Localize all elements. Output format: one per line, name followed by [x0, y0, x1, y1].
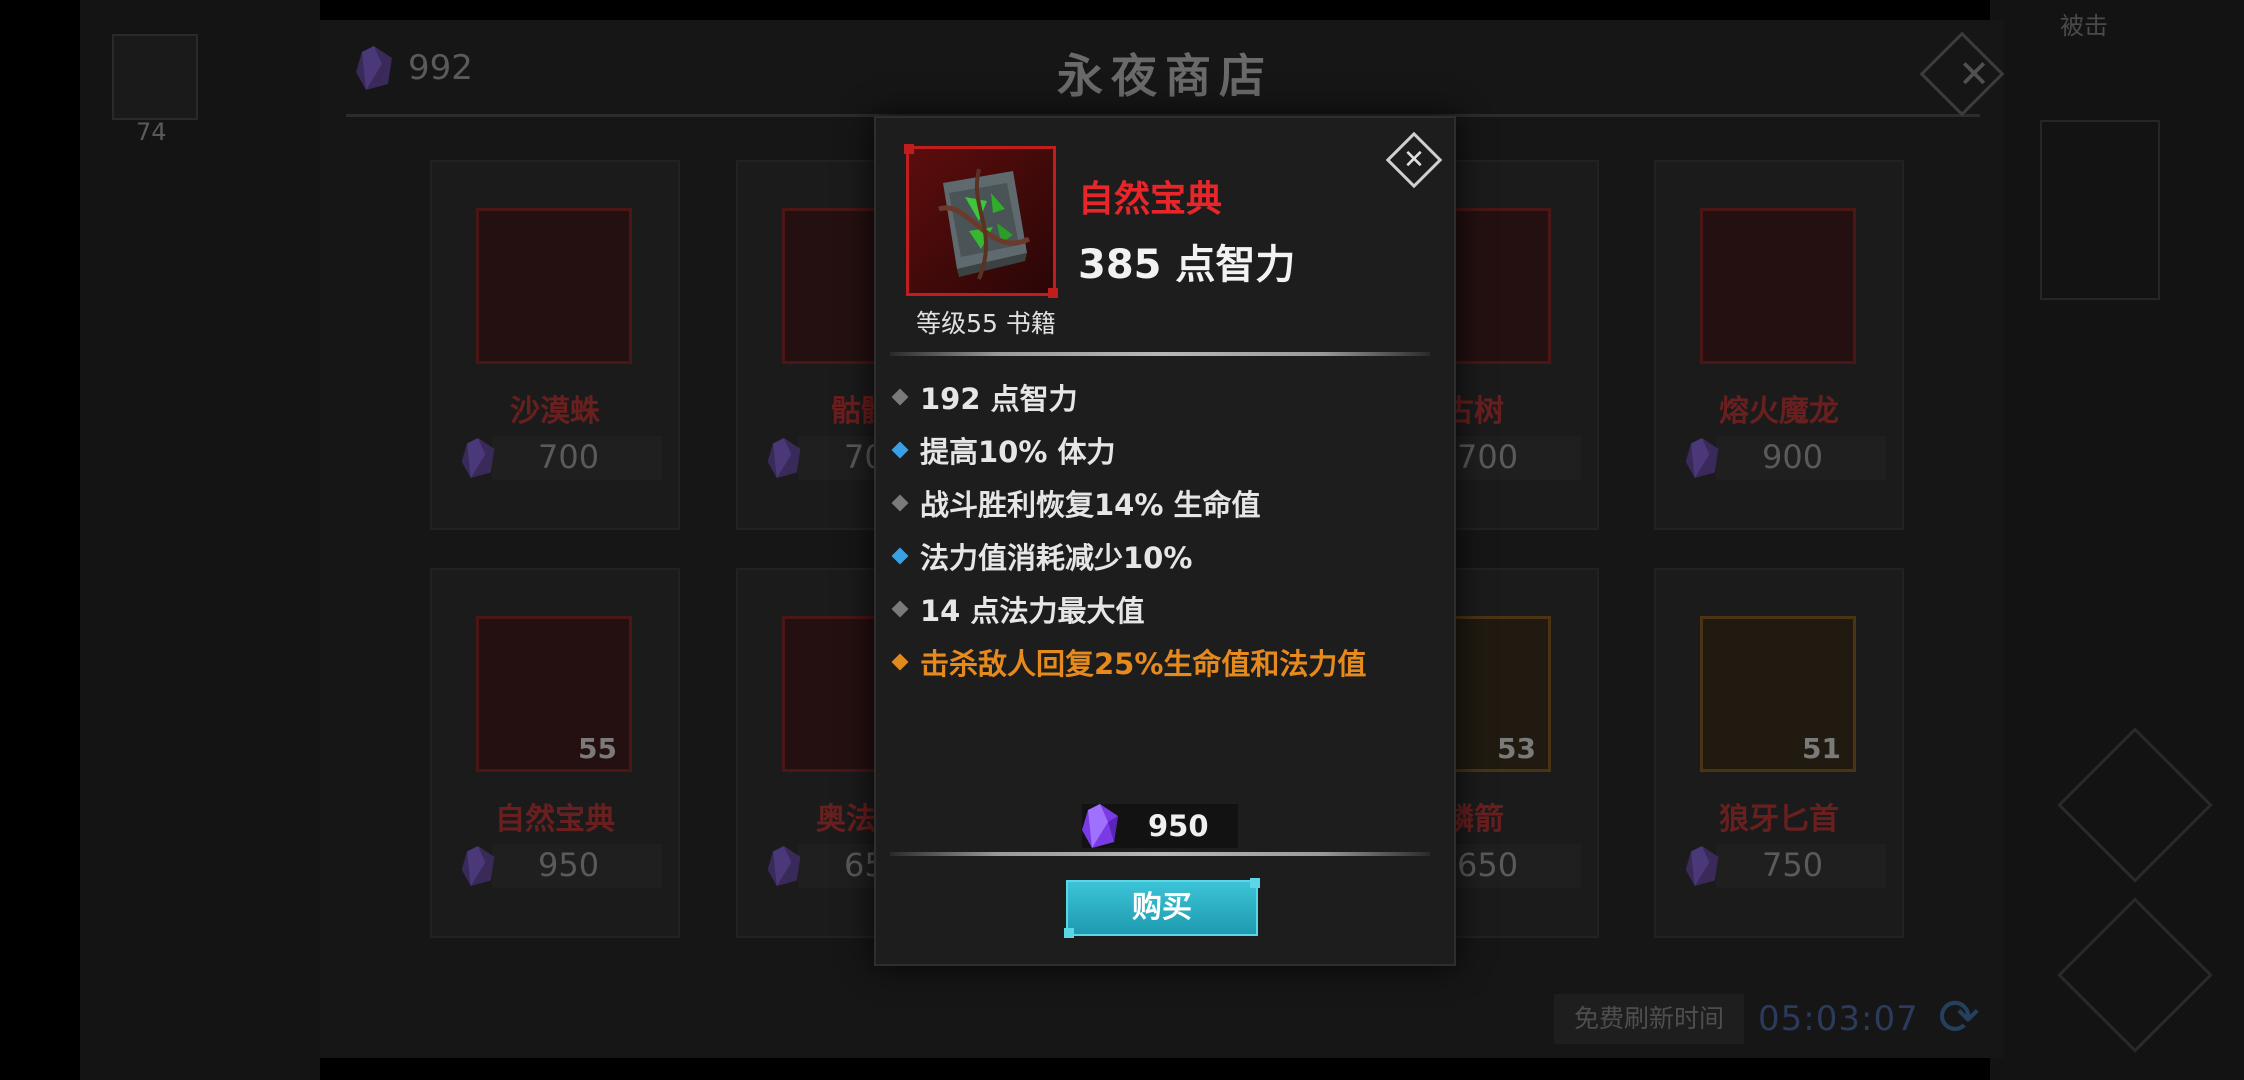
modal-divider-top — [890, 352, 1430, 356]
gem-icon — [1685, 438, 1719, 478]
modal-price-value: 950 — [1148, 809, 1209, 843]
buy-button[interactable]: 购买 — [1064, 878, 1260, 938]
currency-amount: 992 — [408, 48, 473, 88]
left-sidebar — [80, 0, 320, 1080]
shop-title: 永夜商店 — [1057, 49, 1273, 103]
gem-icon — [356, 46, 392, 90]
shop-item-card[interactable]: 51 狼牙匕首 750 — [1654, 568, 1904, 938]
shop-item-price-value: 650 — [1457, 846, 1519, 884]
shop-item-icon — [476, 208, 632, 364]
modal-price: 950 — [1082, 804, 1238, 848]
shop-item-price-value: 700 — [1457, 438, 1519, 476]
item-name: 自然宝典 — [1078, 179, 1223, 220]
shop-item-name: 熔火魔龙 — [1719, 394, 1839, 429]
shop-item-name: 沙漠蛛 — [510, 394, 600, 429]
shop-item-icon: 51 — [1700, 616, 1856, 772]
shop-item-level: 53 — [1497, 732, 1536, 765]
attribute-text: 战斗胜利恢复14% 生命值 — [920, 488, 1261, 522]
diamond-bullet-icon — [891, 494, 909, 512]
shop-item-card[interactable]: 熔火魔龙 900 — [1654, 160, 1904, 530]
shop-item-icon: 55 — [476, 616, 632, 772]
gem-icon — [461, 846, 495, 886]
shop-item-card[interactable]: 55 自然宝典 950 — [430, 568, 680, 938]
gem-icon — [767, 438, 801, 478]
shop-item-price-value: 700 — [538, 438, 600, 476]
gem-icon — [767, 846, 801, 886]
shop-item-price-value: 900 — [1762, 438, 1824, 476]
item-attribute: 击杀敌人回复25%生命值和法力值 — [891, 641, 1367, 683]
shop-item-name: 狼牙匕首 — [1719, 802, 1839, 837]
item-attribute: 战斗胜利恢复14% 生命值 — [891, 482, 1261, 524]
diamond-bullet-icon — [891, 653, 909, 671]
refresh-timer: 05:03:07 — [1758, 999, 1919, 1039]
item-level-type: 等级55 书籍 — [916, 309, 1056, 338]
diamond-bullet-icon — [891, 441, 909, 459]
item-attribute: 14 点法力最大值 — [891, 588, 1145, 630]
shop-item-price: 750 — [1682, 840, 1886, 890]
shop-item-card[interactable]: 沙漠蛛 700 — [430, 160, 680, 530]
close-icon[interactable]: ✕ — [1390, 136, 1438, 184]
refresh-label: 免费刷新时间 — [1554, 994, 1744, 1044]
refresh-icon[interactable]: ⟳ — [1932, 990, 1986, 1044]
item-icon-frame — [904, 144, 1058, 298]
item-attribute: 法力值消耗减少10% — [891, 535, 1193, 577]
gem-icon — [1685, 846, 1719, 886]
close-icon: ✕ — [1958, 52, 1990, 96]
diamond-bullet-icon — [891, 600, 909, 618]
shop-item-level: 55 — [578, 732, 617, 765]
item-attribute: 192 点智力 — [891, 376, 1078, 418]
shop-item-level: 51 — [1802, 732, 1841, 765]
gem-icon — [1082, 804, 1118, 848]
diamond-bullet-icon — [891, 388, 909, 406]
right-sidebar-frame — [2040, 120, 2160, 300]
shop-currency: 992 — [352, 44, 473, 92]
right-sidebar-label: 被击 — [2060, 12, 2108, 40]
sidebar-slot — [112, 34, 198, 120]
attribute-text: 法力值消耗减少10% — [920, 541, 1193, 575]
shop-item-price: 950 — [458, 840, 662, 890]
diamond-bullet-icon — [891, 547, 909, 565]
sidebar-number: 74 — [136, 118, 167, 146]
book-icon — [938, 168, 1031, 280]
shop-item-price: 900 — [1682, 432, 1886, 482]
attribute-text: 击杀敌人回复25%生命值和法力值 — [920, 647, 1367, 681]
modal-divider-bottom — [890, 852, 1430, 856]
attribute-text: 14 点法力最大值 — [920, 594, 1145, 628]
shop-item-icon — [1700, 208, 1856, 364]
attribute-text: 提高10% 体力 — [920, 435, 1116, 469]
gem-icon — [461, 438, 495, 478]
shop-item-price: 700 — [458, 432, 662, 482]
attribute-text: 192 点智力 — [920, 382, 1078, 416]
shop-item-name: 自然宝典 — [495, 802, 615, 837]
shop-item-price-value: 950 — [538, 846, 600, 884]
item-main-stat: 385 点智力 — [1078, 242, 1296, 288]
item-attribute: 提高10% 体力 — [891, 429, 1116, 471]
shop-item-price-value: 750 — [1762, 846, 1824, 884]
